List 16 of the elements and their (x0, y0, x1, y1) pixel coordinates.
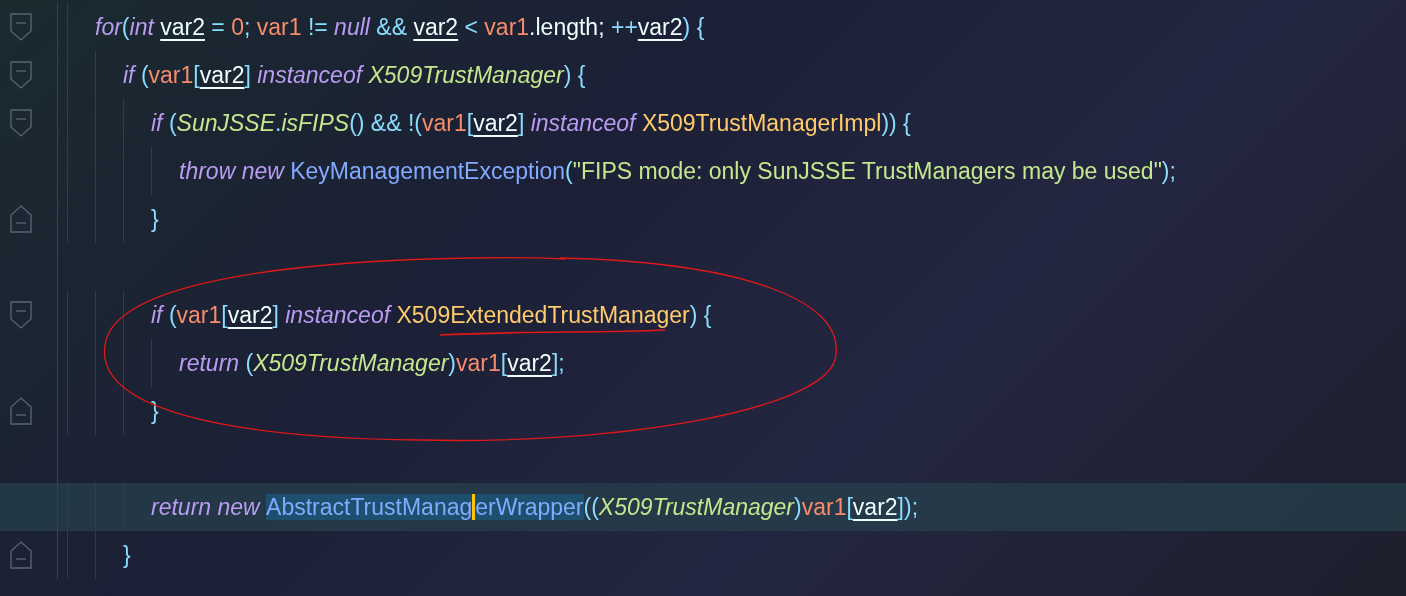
code-line: if (var1[var2] instanceof X509TrustManager) { (123, 63, 586, 87)
fold-end-icon[interactable] (10, 397, 32, 425)
code-line: for(int var2 = 0; var1 != null && var2 < var1.length; ++var2) { (95, 15, 705, 39)
code-line: } (123, 543, 131, 567)
fold-end-icon[interactable] (10, 541, 32, 569)
code-line: return new AbstractTrustManag erWrapper((X509TrustManager)var1[var2]); (151, 495, 919, 519)
code-line: if (var1[var2] instanceof X509ExtendedTrustManager) { (151, 303, 712, 327)
fold-start-icon[interactable] (10, 13, 32, 41)
code-line: if (SunJSSE.isFIPS() && !(var1[var2] instanceof X509TrustManagerImpl)) { (151, 111, 911, 135)
fold-end-icon[interactable] (10, 205, 32, 233)
fold-start-icon[interactable] (10, 109, 32, 137)
fold-start-icon[interactable] (10, 301, 32, 329)
code-line: return (X509TrustManager)var1[var2]; (179, 351, 565, 375)
code-line: throw new KeyManagementException("FIPS mode: only SunJSSE TrustManagers may be used"); (179, 159, 1176, 183)
fold-start-icon[interactable] (10, 61, 32, 89)
code-line: } (151, 207, 159, 231)
